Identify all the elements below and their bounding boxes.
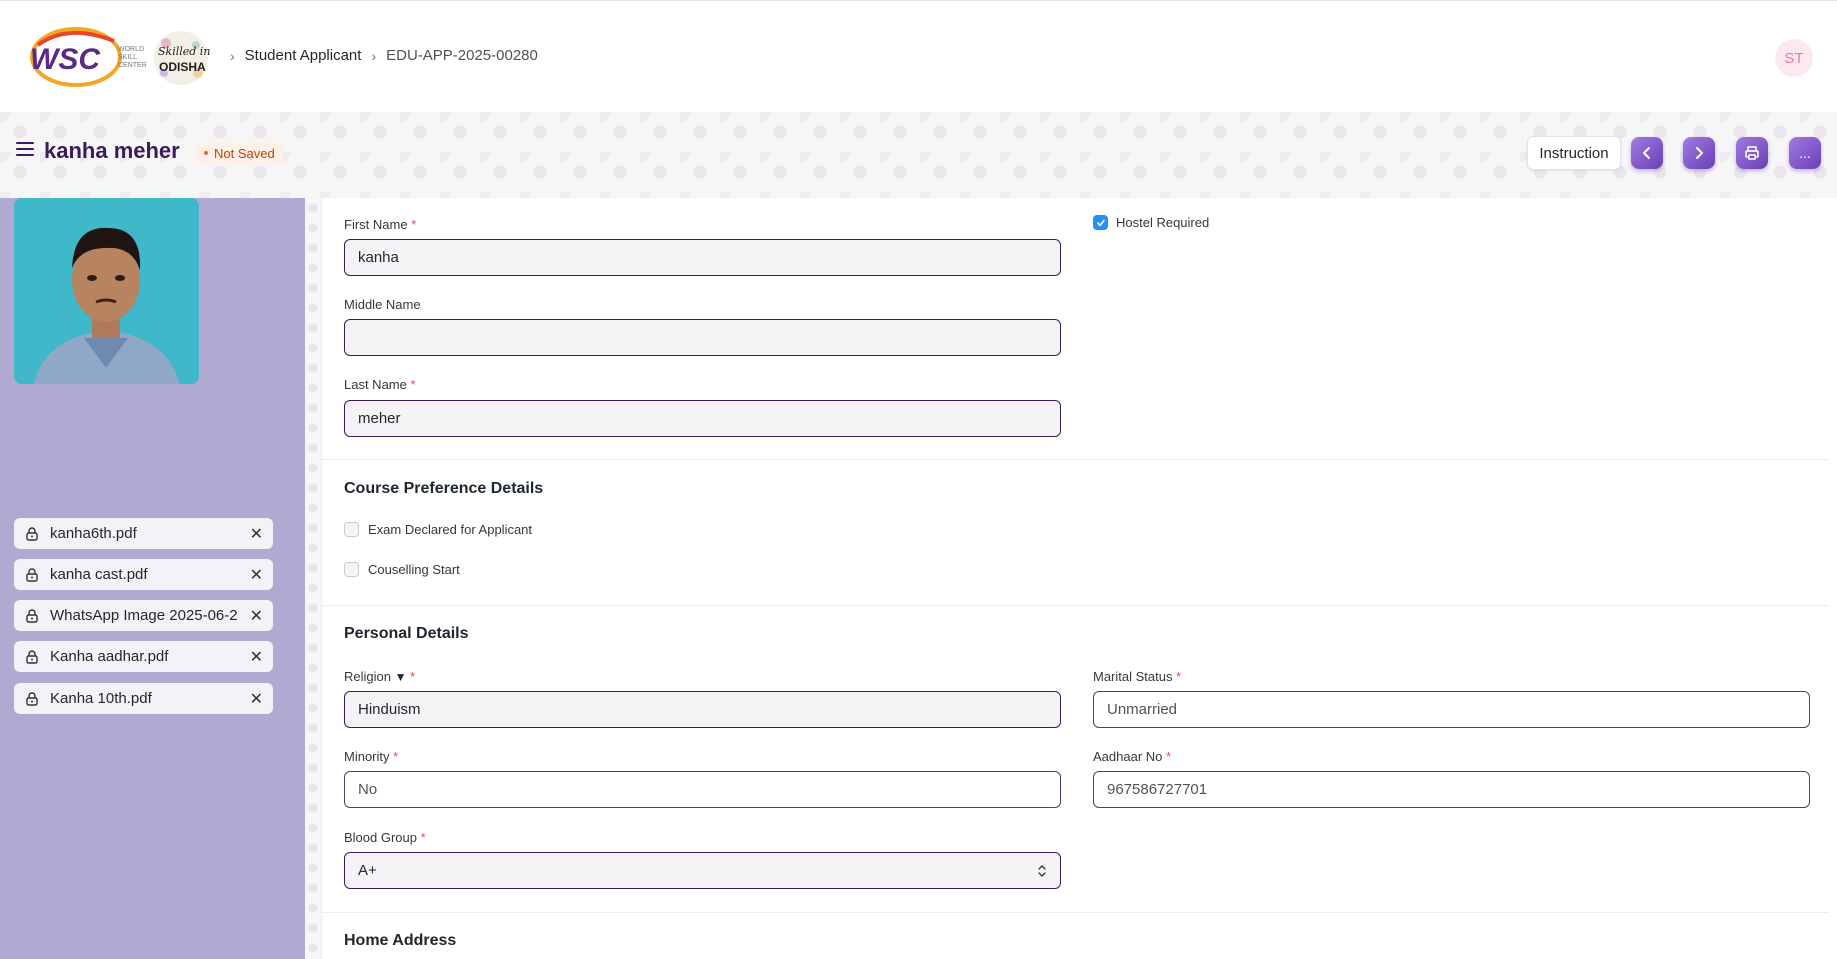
section-divider — [321, 459, 1829, 460]
chevron-right-icon: › — [371, 47, 377, 64]
attachment-item[interactable]: Kanha 10th.pdf ✕ — [14, 683, 273, 714]
next-doc-button[interactable] — [1683, 137, 1715, 169]
remove-attachment-icon[interactable]: ✕ — [243, 565, 263, 585]
last-name-field[interactable]: meher — [344, 400, 1061, 437]
sidebar-toggle-icon[interactable] — [16, 142, 34, 156]
hostel-required-label: Hostel Required — [1116, 215, 1210, 230]
blood-group-value: A+ — [358, 862, 377, 879]
breadcrumb-current[interactable]: EDU-APP-2025-00280 — [386, 47, 538, 64]
section-divider — [321, 912, 1829, 913]
attachment-item[interactable]: kanha6th.pdf ✕ — [14, 518, 273, 549]
chevron-right-icon: › — [230, 47, 235, 64]
status-label: Not Saved — [214, 145, 275, 161]
remove-attachment-icon[interactable]: ✕ — [243, 606, 263, 626]
svg-text:ODISHA: ODISHA — [159, 60, 206, 74]
attachment-name[interactable]: kanha6th.pdf — [50, 525, 243, 542]
first-name-label: First Name * — [344, 217, 417, 232]
remove-attachment-icon[interactable]: ✕ — [243, 524, 263, 544]
marital-status-field[interactable]: Unmarried — [1093, 691, 1810, 728]
form-card — [321, 198, 1829, 959]
exam-declared-label: Exam Declared for Applicant — [368, 522, 533, 537]
select-updown-icon — [1038, 864, 1046, 877]
print-button[interactable] — [1736, 137, 1768, 169]
lock-icon — [26, 526, 38, 541]
status-dot-icon — [204, 151, 208, 155]
couselling-start-checkbox[interactable] — [344, 562, 359, 577]
remove-attachment-icon[interactable]: ✕ — [243, 689, 263, 709]
minority-field[interactable]: No — [344, 771, 1061, 808]
navbar: WSC WORLD SKILL CENTER Skilled in ODISHA… — [0, 0, 1837, 112]
chevron-right-icon — [1696, 147, 1703, 159]
attachment-item[interactable]: Kanha aadhar.pdf ✕ — [14, 641, 273, 672]
breadcrumb: › Student Applicant › EDU-APP-2025-00280 — [230, 47, 538, 64]
attachment-name[interactable]: Kanha 10th.pdf — [50, 690, 243, 707]
blood-group-select[interactable]: A+ — [344, 852, 1061, 889]
personal-details-heading: Personal Details — [344, 625, 469, 642]
attachment-name[interactable]: WhatsApp Image 2025-06-2 — [50, 607, 243, 624]
middle-name-label: Middle Name — [344, 297, 421, 312]
exam-declared-checkbox[interactable] — [344, 522, 359, 537]
aadhaar-no-field[interactable]: 967586727701 — [1093, 771, 1810, 808]
hostel-required-checkbox[interactable] — [1093, 215, 1108, 230]
previous-doc-button[interactable] — [1631, 137, 1663, 169]
filter-triangle-icon: ▼ — [394, 670, 407, 684]
svg-text:WSC: WSC — [30, 43, 101, 76]
pattern-gutter — [305, 198, 321, 959]
avatar[interactable]: ST — [1775, 39, 1813, 77]
first-name-field[interactable]: kanha — [344, 239, 1061, 276]
more-actions-button[interactable]: ... — [1789, 137, 1821, 169]
applicant-photo[interactable] — [14, 198, 199, 384]
wsc-logo[interactable]: WSC WORLD SKILL CENTER — [28, 27, 146, 89]
couselling-start-label: Couselling Start — [368, 562, 460, 577]
aadhaar-no-label: Aadhaar No * — [1093, 749, 1172, 764]
breadcrumb-doctype[interactable]: Student Applicant — [245, 47, 362, 64]
blood-group-label: Blood Group * — [344, 830, 426, 845]
svg-text:CENTER: CENTER — [118, 62, 146, 69]
attachment-name[interactable]: Kanha aadhar.pdf — [50, 648, 243, 665]
checkmark-icon — [1096, 219, 1105, 226]
instruction-button[interactable]: Instruction — [1527, 136, 1621, 170]
section-divider — [321, 605, 1829, 606]
page-title: kanha meher — [44, 138, 180, 163]
attachment-item[interactable]: kanha cast.pdf ✕ — [14, 559, 273, 590]
minority-label: Minority * — [344, 749, 399, 764]
lock-icon — [26, 691, 38, 706]
svg-text:WORLD: WORLD — [118, 46, 144, 53]
lock-icon — [26, 649, 38, 664]
lock-icon — [26, 608, 38, 623]
home-address-heading: Home Address — [344, 932, 457, 949]
religion-label: Religion ▼ * — [344, 669, 416, 684]
lock-icon — [26, 567, 38, 582]
course-preference-heading: Course Preference Details — [344, 480, 544, 497]
remove-attachment-icon[interactable]: ✕ — [243, 647, 263, 667]
marital-status-label: Marital Status * — [1093, 669, 1182, 684]
chevron-left-icon — [1643, 147, 1650, 159]
middle-name-field[interactable] — [344, 319, 1061, 356]
attachment-item[interactable]: WhatsApp Image 2025-06-2 ✕ — [14, 600, 273, 631]
svg-text:SKILL: SKILL — [118, 54, 137, 61]
religion-field[interactable]: Hinduism — [344, 691, 1061, 728]
svg-text:Skilled in: Skilled in — [158, 45, 210, 58]
last-name-label: Last Name * — [344, 377, 416, 392]
skilled-in-odisha-logo: Skilled in ODISHA — [154, 31, 210, 85]
status-indicator: Not Saved — [196, 142, 283, 164]
printer-icon — [1745, 146, 1759, 160]
attachment-name[interactable]: kanha cast.pdf — [50, 566, 243, 583]
